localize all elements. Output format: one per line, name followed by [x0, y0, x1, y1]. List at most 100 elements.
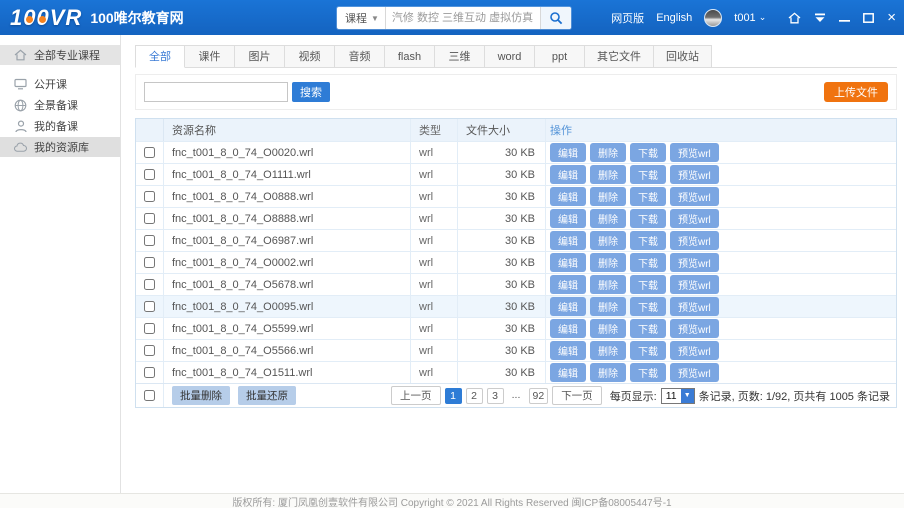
preview-button[interactable]: 预览wrl	[670, 143, 719, 162]
batch-delete-button[interactable]: 批量删除	[172, 386, 230, 405]
edit-button[interactable]: 编辑	[550, 209, 586, 228]
download-button[interactable]: 下载	[630, 165, 666, 184]
next-page-button[interactable]: 下一页	[552, 386, 602, 405]
tab-all[interactable]: 全部	[135, 45, 185, 68]
edit-button[interactable]: 编辑	[550, 319, 586, 338]
delete-button[interactable]: 删除	[590, 253, 626, 272]
batch-restore-button[interactable]: 批量还原	[238, 386, 296, 405]
global-search-input[interactable]	[386, 7, 540, 29]
edit-button[interactable]: 编辑	[550, 275, 586, 294]
edit-button[interactable]: 编辑	[550, 363, 586, 382]
preview-button[interactable]: 预览wrl	[670, 165, 719, 184]
delete-button[interactable]: 删除	[590, 187, 626, 206]
row-checkbox[interactable]	[144, 345, 155, 356]
edit-button[interactable]: 编辑	[550, 143, 586, 162]
tab-three-d[interactable]: 三维	[435, 45, 485, 68]
preview-button[interactable]: 预览wrl	[670, 297, 719, 316]
edit-button[interactable]: 编辑	[550, 297, 586, 316]
row-checkbox[interactable]	[144, 147, 155, 158]
tab-image[interactable]: 图片	[235, 45, 285, 68]
row-checkbox[interactable]	[144, 301, 155, 312]
preview-button[interactable]: 预览wrl	[670, 231, 719, 250]
tab-courseware[interactable]: 课件	[185, 45, 235, 68]
edit-button[interactable]: 编辑	[550, 341, 586, 360]
download-button[interactable]: 下载	[630, 143, 666, 162]
row-checkbox[interactable]	[144, 323, 155, 334]
tab-word[interactable]: word	[485, 45, 535, 68]
delete-button[interactable]: 删除	[590, 297, 626, 316]
tab-other[interactable]: 其它文件	[585, 45, 654, 68]
tab-flash[interactable]: flash	[385, 45, 435, 68]
download-button[interactable]: 下载	[630, 231, 666, 250]
home-button[interactable]	[788, 12, 801, 24]
delete-button[interactable]: 删除	[590, 209, 626, 228]
resource-search-input[interactable]	[144, 82, 288, 102]
preview-button[interactable]: 预览wrl	[670, 209, 719, 228]
edit-button[interactable]: 编辑	[550, 253, 586, 272]
page-3-button[interactable]: 3	[487, 388, 504, 404]
download-button[interactable]: 下载	[630, 363, 666, 382]
tab-audio[interactable]: 音频	[335, 45, 385, 68]
logo[interactable]: 100VR 100唯尔教育网	[0, 5, 184, 31]
sidebar-item-panorama-prep[interactable]: 全景备课	[0, 95, 120, 115]
resource-size: 30 KB	[458, 230, 546, 251]
download-button[interactable]: 下载	[630, 341, 666, 360]
sidebar-item-my-prep[interactable]: 我的备课	[0, 116, 120, 136]
edit-button[interactable]: 编辑	[550, 231, 586, 250]
row-checkbox[interactable]	[144, 235, 155, 246]
page-2-button[interactable]: 2	[466, 388, 483, 404]
resource-size: 30 KB	[458, 142, 546, 163]
download-button[interactable]: 下载	[630, 297, 666, 316]
delete-button[interactable]: 删除	[590, 231, 626, 250]
global-search-button[interactable]	[540, 7, 571, 29]
preview-button[interactable]: 预览wrl	[670, 341, 719, 360]
download-button[interactable]: 下载	[630, 275, 666, 294]
english-link[interactable]: English	[656, 12, 692, 24]
close-button[interactable]: ×	[887, 13, 896, 23]
row-checkbox[interactable]	[144, 367, 155, 378]
delete-button[interactable]: 删除	[590, 143, 626, 162]
delete-button[interactable]: 删除	[590, 165, 626, 184]
select-all-checkbox[interactable]	[144, 390, 155, 401]
preview-button[interactable]: 预览wrl	[670, 275, 719, 294]
row-checkbox[interactable]	[144, 279, 155, 290]
edit-button[interactable]: 编辑	[550, 165, 586, 184]
delete-button[interactable]: 删除	[590, 275, 626, 294]
web-version-link[interactable]: 网页版	[611, 10, 644, 26]
row-checkbox[interactable]	[144, 191, 155, 202]
preview-button[interactable]: 预览wrl	[670, 187, 719, 206]
delete-button[interactable]: 删除	[590, 341, 626, 360]
tab-ppt[interactable]: ppt	[535, 45, 585, 68]
search-category-select[interactable]: 课程 ▼	[337, 7, 386, 29]
page-1-button[interactable]: 1	[445, 388, 462, 404]
download-button[interactable]: 下载	[630, 187, 666, 206]
maximize-button[interactable]	[863, 13, 874, 23]
preview-button[interactable]: 预览wrl	[670, 253, 719, 272]
delete-button[interactable]: 删除	[590, 363, 626, 382]
download-button[interactable]: 下载	[630, 253, 666, 272]
tab-video[interactable]: 视频	[285, 45, 335, 68]
tab-recycle[interactable]: 回收站	[654, 45, 712, 68]
user-menu[interactable]: t001 ⌄	[734, 12, 766, 24]
collapse-button[interactable]	[814, 13, 826, 23]
resource-type: wrl	[411, 252, 458, 273]
sidebar-item-my-resources[interactable]: 我的资源库	[0, 137, 120, 157]
sidebar-item-all-courses[interactable]: 全部专业课程	[0, 45, 120, 65]
delete-button[interactable]: 删除	[590, 319, 626, 338]
edit-button[interactable]: 编辑	[550, 187, 586, 206]
prev-page-button[interactable]: 上一页	[391, 386, 441, 405]
page-92-button[interactable]: 92	[529, 388, 549, 404]
preview-button[interactable]: 预览wrl	[670, 319, 719, 338]
row-checkbox[interactable]	[144, 257, 155, 268]
upload-file-button[interactable]: 上传文件	[824, 82, 888, 102]
minimize-button[interactable]	[839, 13, 850, 23]
search-button[interactable]: 搜索	[292, 82, 330, 102]
page-size-select[interactable]: 11 ▼	[661, 388, 695, 404]
download-button[interactable]: 下载	[630, 319, 666, 338]
row-checkbox[interactable]	[144, 169, 155, 180]
row-checkbox[interactable]	[144, 213, 155, 224]
avatar[interactable]	[704, 9, 722, 27]
preview-button[interactable]: 预览wrl	[670, 363, 719, 382]
sidebar-item-open-course[interactable]: 公开课	[0, 74, 120, 94]
download-button[interactable]: 下载	[630, 209, 666, 228]
